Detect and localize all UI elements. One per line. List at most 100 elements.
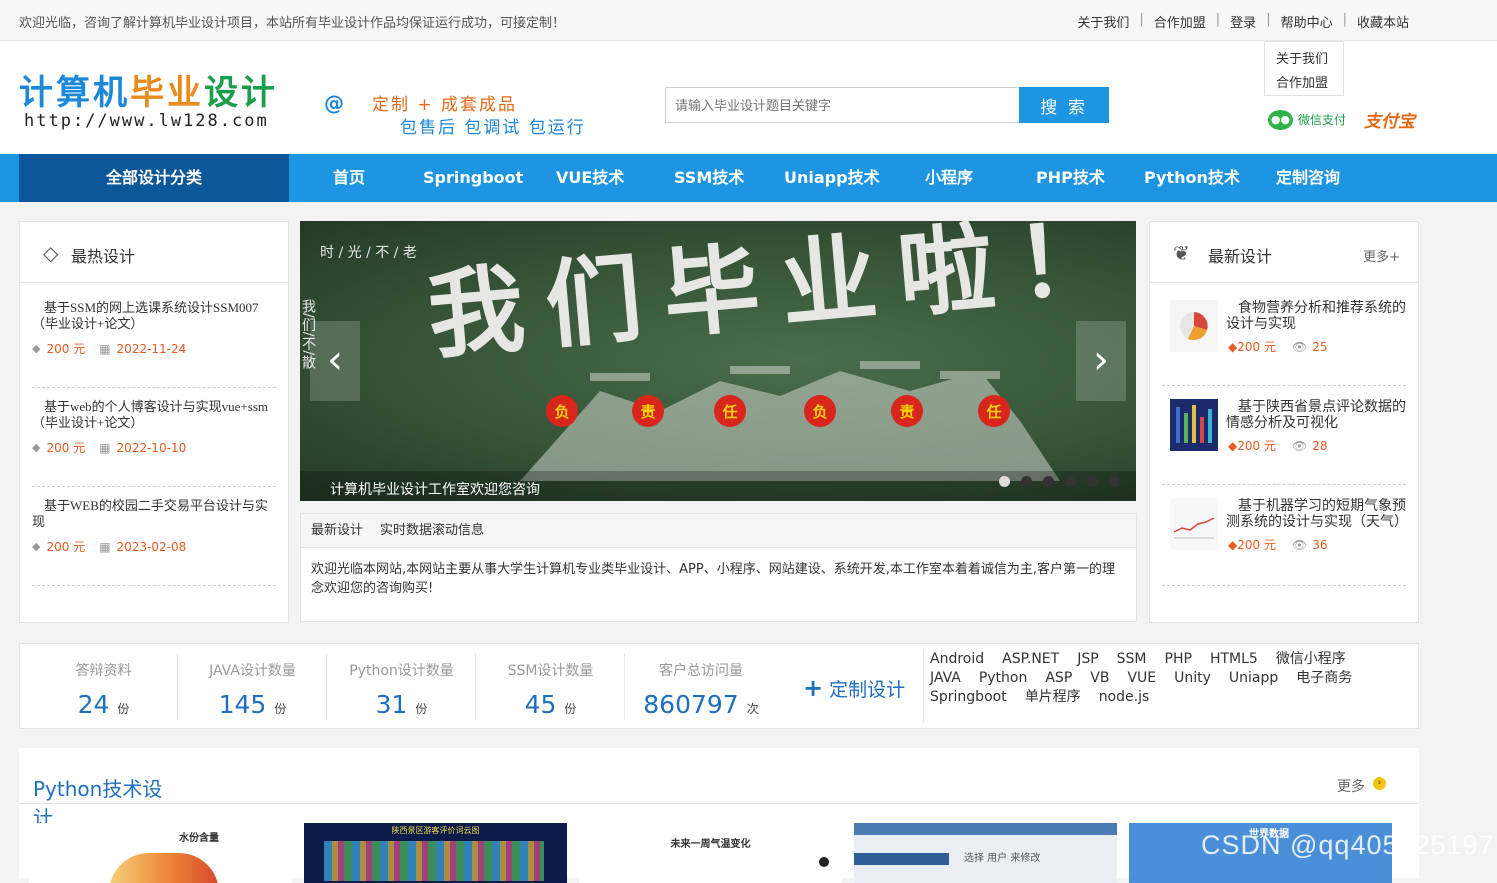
- slogan-line1: 定制 + 成套成品: [372, 95, 518, 115]
- views-count: 👁 36: [1291, 537, 1328, 552]
- tag[interactable]: 电子商务: [1296, 669, 1352, 688]
- carousel-next-button[interactable]: ›: [1076, 321, 1126, 401]
- item-title[interactable]: 食物营养分析和推荐系统的设计与实现: [1226, 300, 1406, 332]
- nav-uniapp[interactable]: Uniapp技术: [784, 154, 880, 202]
- carousel-dot[interactable]: [999, 476, 1010, 487]
- nav-php[interactable]: PHP技术: [1036, 154, 1105, 202]
- item-title[interactable]: 基于SSM的网上选课系统设计SSM007（毕业设计+论文）: [32, 300, 276, 332]
- news-box: 最新设计 实时数据滚动信息 欢迎光临本网站,本网站主要从事大学生计算机专业类毕业…: [300, 513, 1137, 622]
- list-item[interactable]: 基于陕西省景点评论数据的情感分析及可视化 ◆ 200 元 👁 28: [1162, 399, 1406, 485]
- latest-more-link[interactable]: 更多+: [1363, 246, 1400, 265]
- calendar-icon: ▦: [99, 341, 111, 356]
- item-price: 200 元: [46, 540, 86, 554]
- svg-text:负: 负: [812, 403, 827, 421]
- item-title[interactable]: 基于陕西省景点评论数据的情感分析及可视化: [1226, 399, 1406, 431]
- tab-latest-designs[interactable]: 最新设计: [311, 514, 363, 547]
- nav-miniprogram[interactable]: 小程序: [925, 154, 973, 202]
- tag[interactable]: node.js: [1099, 688, 1150, 707]
- link-favorite[interactable]: 收藏本站: [1357, 12, 1409, 31]
- search-button[interactable]: 搜 索: [1019, 87, 1109, 123]
- item-price: 200 元: [46, 441, 86, 455]
- design-thumbnail[interactable]: 水份含量: [29, 823, 292, 883]
- tag[interactable]: 单片程序: [1025, 688, 1081, 707]
- tag[interactable]: ASP.NET: [1002, 650, 1059, 669]
- carousel-dot[interactable]: [1043, 476, 1054, 487]
- nav-springboot[interactable]: Springboot: [423, 154, 523, 202]
- item-price: 200 元: [1237, 538, 1276, 552]
- views-count: 👁 28: [1291, 438, 1328, 453]
- design-thumbnail[interactable]: 陕西景区游客评价词云图: [304, 823, 567, 883]
- tag[interactable]: 微信小程序: [1276, 650, 1346, 669]
- item-title[interactable]: 基于机器学习的短期气象预测系统的设计与实现（天气）: [1226, 498, 1408, 530]
- tag[interactable]: HTML5: [1210, 650, 1258, 669]
- welcome-text: 欢迎光临，咨询了解计算机毕业设计项目，本站所有毕业设计作品均保证运行成功，可接定…: [19, 16, 566, 31]
- link-login[interactable]: 登录: [1230, 12, 1256, 31]
- tag[interactable]: VB: [1090, 669, 1109, 688]
- all-categories-button[interactable]: 全部设计分类: [19, 154, 289, 202]
- carousel-dot[interactable]: [1021, 476, 1032, 487]
- diamond-icon: ◆: [32, 540, 41, 553]
- tech-tags: Android ASP.NET JSP SSM PHP HTML5 微信小程序 JAVA Py…: [923, 650, 1413, 722]
- item-date: 2022-10-10: [116, 440, 187, 455]
- tag[interactable]: PHP: [1165, 650, 1192, 669]
- tag[interactable]: Unity: [1174, 669, 1211, 688]
- list-item[interactable]: 基于WEB的校园二手交易平台设计与实现 ◆ 200 元 ▦ 2023-02-08: [32, 498, 276, 586]
- slogan-line2: 包售后 包调试 包运行: [400, 118, 586, 138]
- list-item[interactable]: 基于web的个人博客设计与实现vue+ssm（毕业设计+论文） ◆ 200 元 ▦ 2…: [32, 399, 276, 487]
- tag[interactable]: Uniapp: [1229, 669, 1278, 688]
- svg-text:负: 负: [554, 403, 569, 421]
- site-logo[interactable]: 计算机毕业设计: [19, 65, 278, 114]
- item-thumbnail[interactable]: [1170, 498, 1218, 550]
- alipay-logo: 支付宝: [1364, 112, 1416, 132]
- list-item[interactable]: 基于SSM的网上选课系统设计SSM007（毕业设计+论文） ◆ 200 元 ▦ 202…: [32, 300, 276, 388]
- site-url: http://www.lw128.com: [24, 111, 269, 131]
- stat-defense-materials: 答辩资料 24 份: [30, 654, 178, 720]
- tab-realtime-info[interactable]: 实时数据滚动信息: [380, 514, 484, 547]
- banner-top-text: 时 / 光 / 不 / 老: [320, 245, 417, 261]
- top-bar: 欢迎光临，咨询了解计算机毕业设计项目，本站所有毕业设计作品均保证运行成功，可接定…: [0, 0, 1497, 41]
- item-thumbnail[interactable]: [1170, 300, 1218, 352]
- design-thumbnails: 水份含量 陕西景区游客评价词云图 未来一周气温变化 选择 用户 来修改 世界数据: [29, 823, 1404, 883]
- section-more-link[interactable]: 更多: [1337, 776, 1365, 796]
- carousel-dot[interactable]: [1087, 476, 1098, 487]
- tag[interactable]: JSP: [1077, 650, 1098, 669]
- tag[interactable]: ASP: [1045, 669, 1072, 688]
- nav-python[interactable]: Python技术: [1144, 154, 1240, 202]
- tag[interactable]: JAVA: [930, 669, 961, 688]
- tag[interactable]: VUE: [1127, 669, 1156, 688]
- nav-home[interactable]: 首页: [333, 154, 365, 202]
- dropdown-item-join[interactable]: 合作加盟: [1276, 72, 1343, 96]
- item-title[interactable]: 基于WEB的校园二手交易平台设计与实现: [32, 498, 276, 530]
- search-bar: 搜 索: [665, 87, 1109, 123]
- list-item[interactable]: 基于机器学习的短期气象预测系统的设计与实现（天气） ◆ 200 元 👁 36: [1162, 498, 1408, 586]
- hot-designs-panel: ◇ 最热设计 基于SSM的网上选课系统设计SSM007（毕业设计+论文） ◆ 20…: [19, 221, 289, 623]
- tag[interactable]: Springboot: [930, 688, 1007, 707]
- item-thumbnail[interactable]: [1170, 399, 1218, 451]
- tag[interactable]: Android: [930, 650, 984, 669]
- tag[interactable]: Python: [979, 669, 1028, 688]
- item-price: 200 元: [1237, 340, 1276, 354]
- link-help[interactable]: 帮助中心: [1281, 12, 1333, 31]
- carousel-dot[interactable]: [1065, 476, 1076, 487]
- hot-designs-title: 最热设计: [71, 247, 136, 266]
- list-item[interactable]: 食物营养分析和推荐系统的设计与实现 ◆ 200 元 👁 25: [1162, 300, 1406, 386]
- top-links: 关于我们 | 合作加盟 | 登录 | 帮助中心 | 收藏本站: [1077, 12, 1409, 31]
- carousel-prev-button[interactable]: ‹: [310, 321, 360, 401]
- nav-ssm[interactable]: SSM技术: [674, 154, 744, 202]
- custom-design-button[interactable]: + 定制设计: [803, 674, 905, 702]
- arrow-right-icon[interactable]: ›: [1373, 777, 1386, 790]
- nav-custom-consult[interactable]: 定制咨询: [1276, 154, 1340, 202]
- dropdown-item-about[interactable]: 关于我们: [1276, 48, 1343, 72]
- item-title[interactable]: 基于web的个人博客设计与实现vue+ssm（毕业设计+论文）: [32, 399, 276, 431]
- banner-carousel[interactable]: 时 / 光 / 不 / 老 我/们/不/散 我们毕业啦！ 负 责 任 负 责 任…: [300, 221, 1136, 501]
- carousel-dot[interactable]: [1109, 476, 1120, 487]
- search-input[interactable]: [665, 87, 1019, 123]
- link-join[interactable]: 合作加盟: [1154, 12, 1206, 31]
- graduates-silhouette: [520, 361, 1060, 481]
- tag[interactable]: SSM: [1117, 650, 1147, 669]
- nav-vue[interactable]: VUE技术: [556, 154, 624, 202]
- link-about[interactable]: 关于我们: [1077, 12, 1129, 31]
- design-thumbnail[interactable]: 未来一周气温变化: [579, 823, 842, 883]
- svg-text:责: 责: [640, 403, 655, 421]
- design-thumbnail[interactable]: 选择 用户 来修改: [854, 823, 1117, 883]
